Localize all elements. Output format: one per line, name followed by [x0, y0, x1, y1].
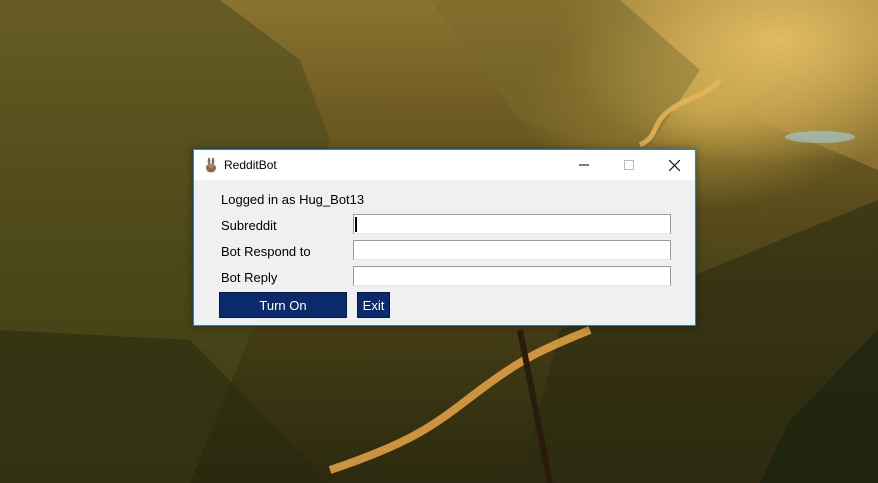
bot-respond-to-input[interactable] [353, 240, 671, 260]
maximize-button[interactable] [606, 150, 652, 180]
title-bar[interactable]: RedditBot [194, 150, 695, 180]
subreddit-label: Subreddit [221, 218, 277, 233]
close-icon [668, 159, 680, 171]
close-button[interactable] [651, 150, 697, 180]
exit-button[interactable]: Exit [357, 292, 390, 318]
minimize-button[interactable] [561, 150, 607, 180]
minimize-icon [579, 164, 589, 166]
window-content: Logged in as Hug_Bot13 Subreddit Bot Res… [194, 180, 695, 325]
window-title: RedditBot [224, 158, 277, 172]
bot-reply-input[interactable] [353, 266, 671, 286]
redditbot-window: RedditBot Logged in as Hug_Bot13 Subredd… [193, 149, 696, 326]
bot-respond-to-label: Bot Respond to [221, 244, 311, 259]
maximize-icon [624, 160, 634, 170]
text-cursor [355, 217, 357, 232]
desktop: RedditBot Logged in as Hug_Bot13 Subredd… [0, 0, 878, 483]
rabbit-app-icon [206, 157, 216, 173]
bot-reply-label: Bot Reply [221, 270, 278, 285]
logged-in-status: Logged in as Hug_Bot13 [221, 192, 365, 207]
subreddit-input[interactable] [353, 214, 671, 234]
turn-on-button[interactable]: Turn On [219, 292, 347, 318]
